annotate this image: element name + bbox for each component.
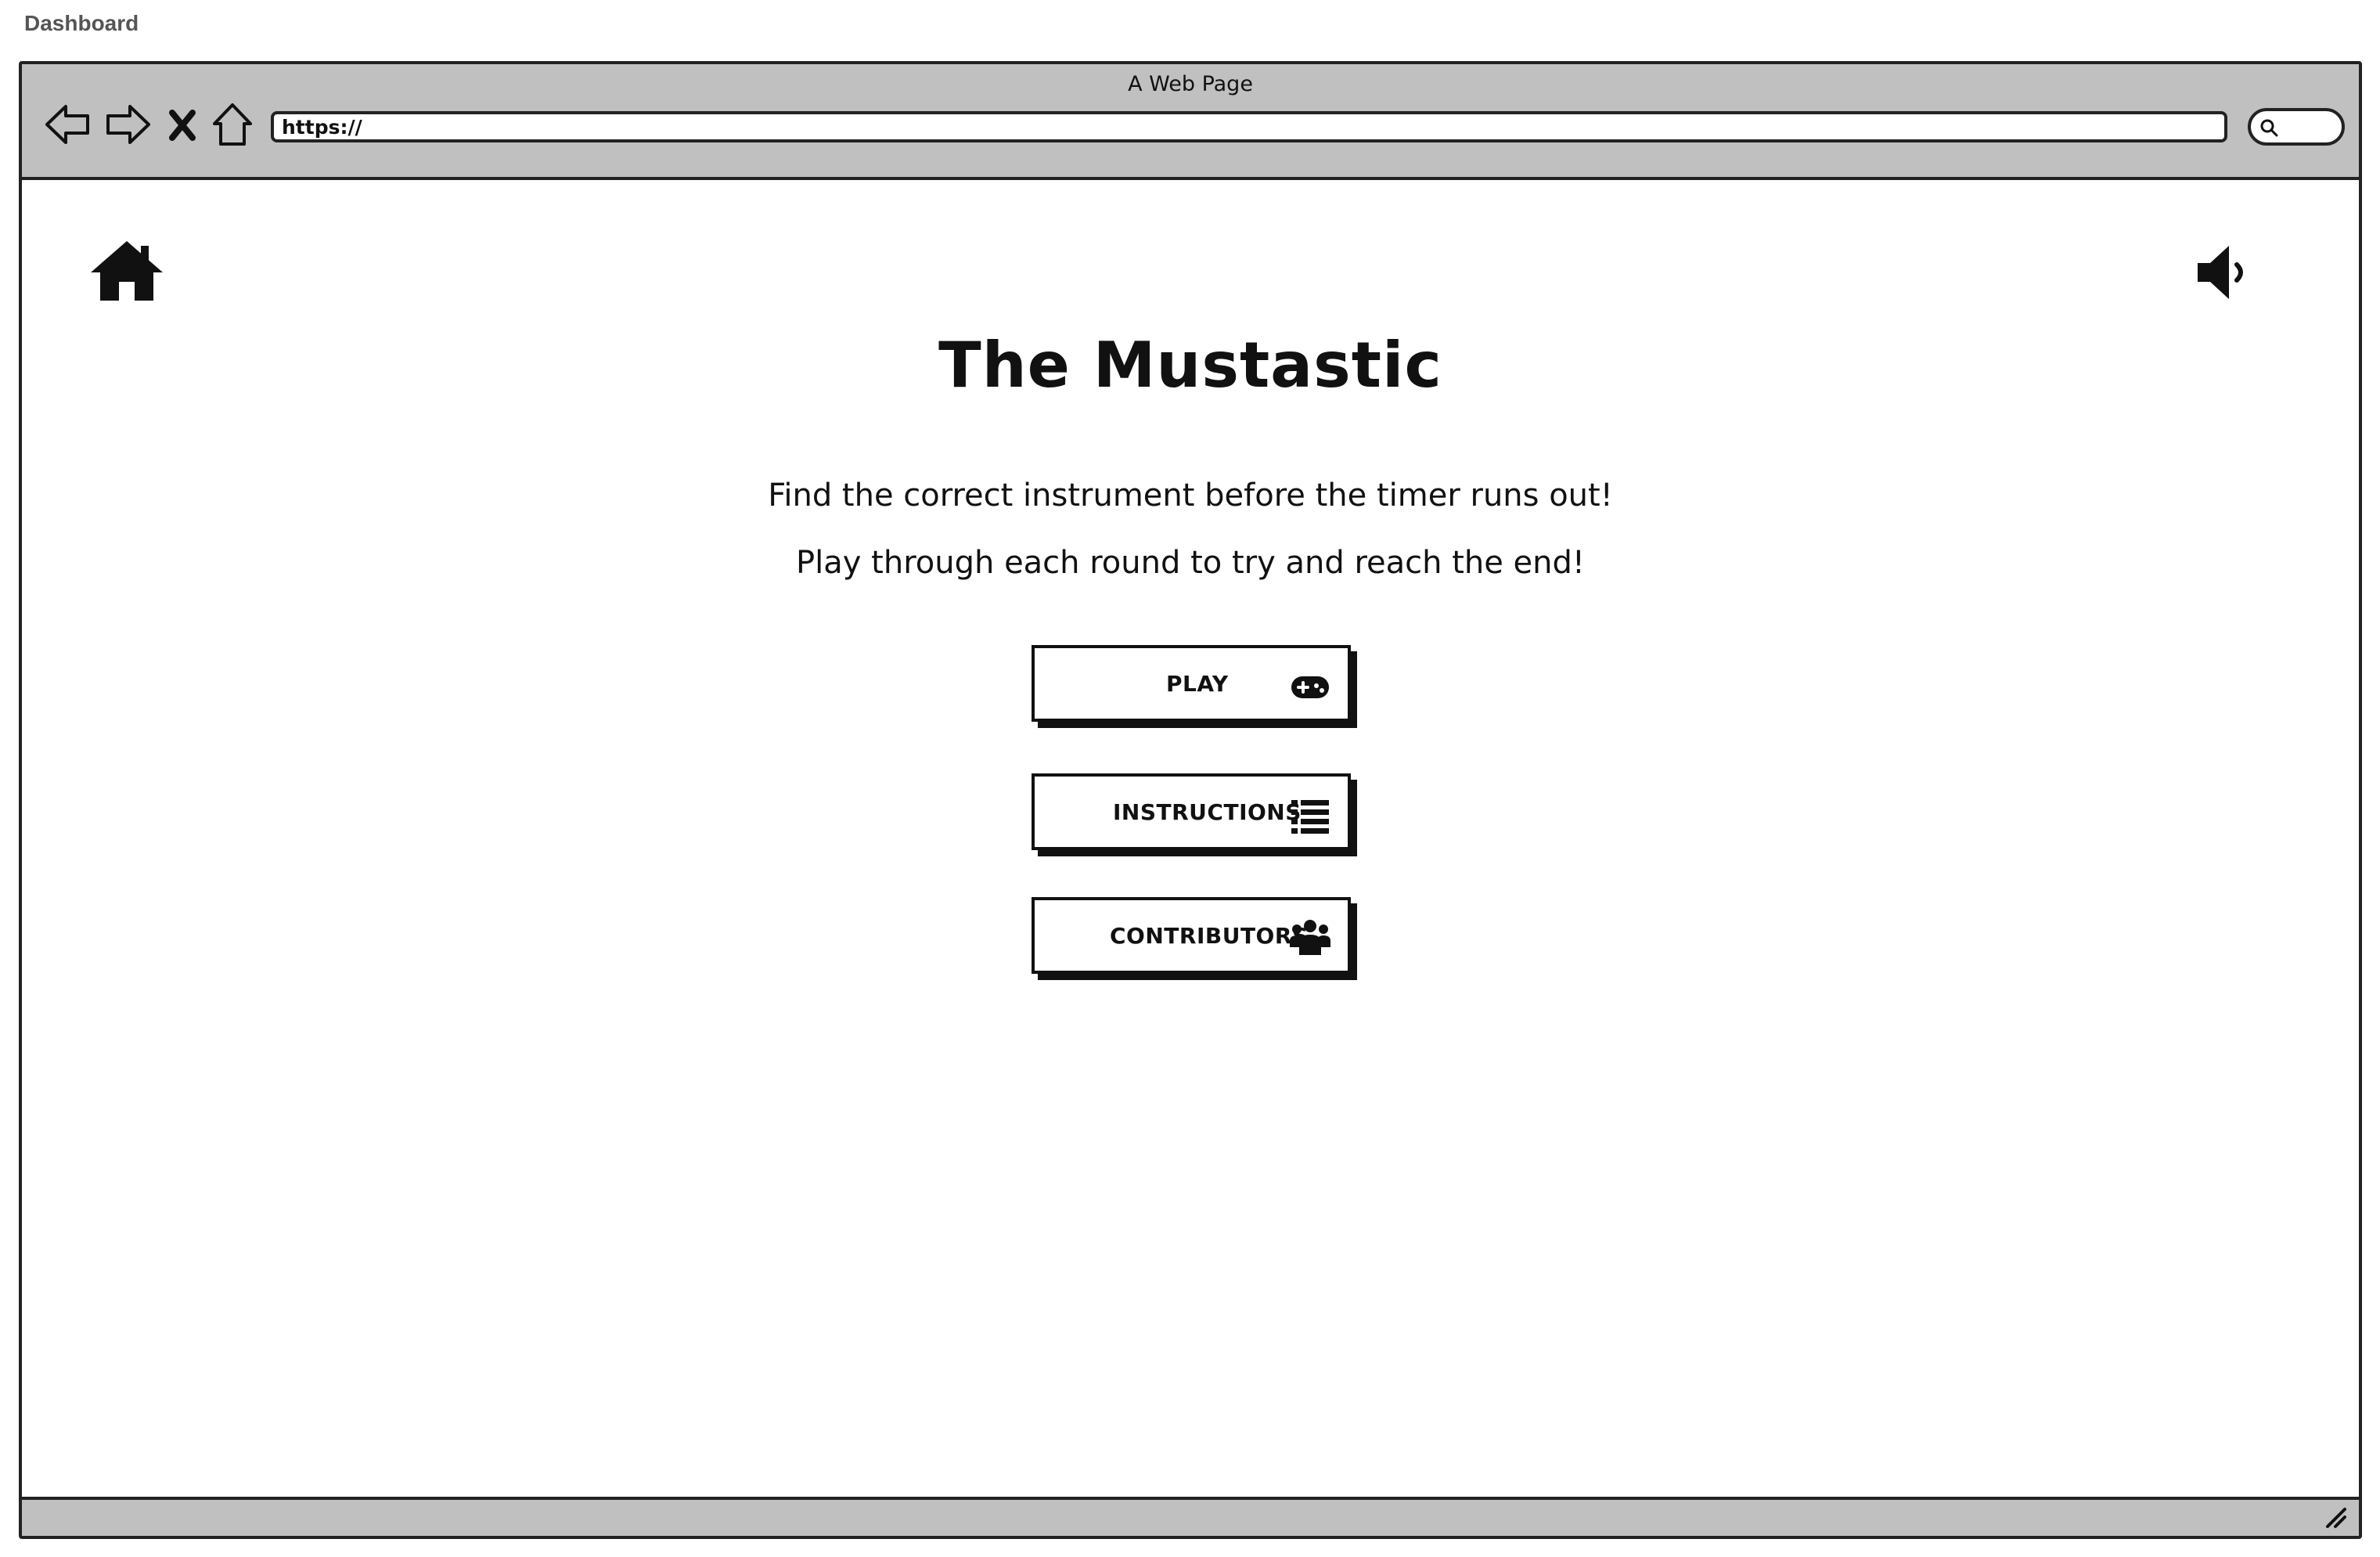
instructions-button[interactable]: INSTRUCTIONS [1032, 773, 1351, 850]
list-icon [1290, 795, 1330, 836]
app-title-label: Dashboard [24, 11, 139, 35]
home-outline-icon [213, 103, 252, 146]
stop-button[interactable] [163, 97, 202, 152]
forward-arrow-icon [106, 105, 150, 144]
instructions-button-label: INSTRUCTIONS [1113, 798, 1302, 825]
play-button-label: PLAY [1166, 670, 1229, 697]
play-button[interactable]: PLAY [1032, 645, 1351, 722]
home-icon [91, 241, 163, 301]
back-arrow-icon [45, 105, 89, 144]
url-input[interactable]: https:// [271, 111, 2227, 142]
page-title: The Mustastic [938, 329, 1442, 402]
close-x-icon [169, 110, 196, 141]
forward-button[interactable] [102, 97, 153, 152]
contributors-button[interactable]: CONTRIBUTORS [1032, 897, 1351, 974]
sound-toggle[interactable] [2193, 241, 2256, 304]
back-button[interactable] [42, 97, 94, 152]
browser-window: A Web Page https:// The Mustastic Find t… [19, 61, 2362, 1539]
browser-status-bar [22, 1497, 2359, 1536]
window-title: A Web Page [1128, 72, 1253, 96]
gamepad-icon [1290, 667, 1330, 708]
page-subtitle-1: Find the correct instrument before the t… [768, 478, 1613, 514]
browser-search-field[interactable] [2248, 108, 2345, 146]
search-icon [2260, 119, 2278, 137]
browser-chrome: A Web Page https:// [22, 64, 2359, 180]
browser-home-button[interactable] [210, 97, 255, 152]
volume-icon [2198, 246, 2243, 299]
users-icon [1290, 916, 1330, 957]
resize-grip-icon[interactable] [2324, 1506, 2348, 1530]
home-link[interactable] [89, 238, 164, 304]
page-subtitle-2: Play through each round to try and reach… [796, 545, 1585, 581]
contributors-button-label: CONTRIBUTORS [1110, 922, 1309, 949]
